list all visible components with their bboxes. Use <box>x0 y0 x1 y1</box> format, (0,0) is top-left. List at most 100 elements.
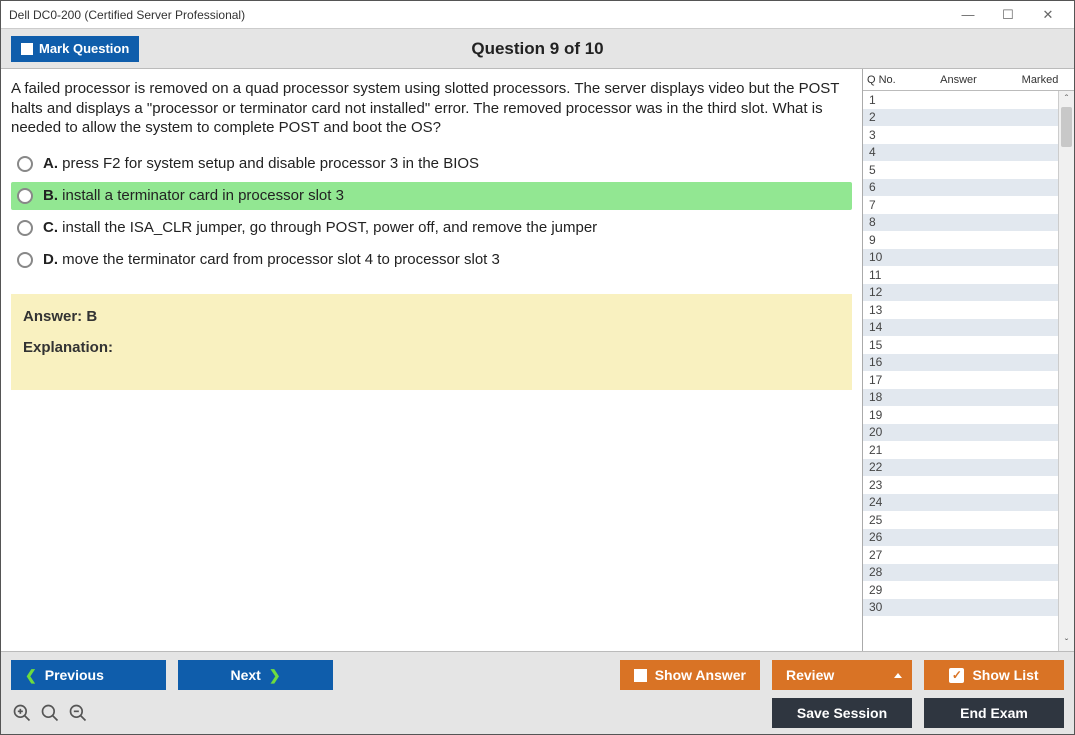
footer: ❮ Previous Next ❯ Show Answer Review ✓ S… <box>1 651 1074 734</box>
question-list-row[interactable]: 13 <box>863 301 1058 319</box>
question-list-row[interactable]: 2 <box>863 109 1058 127</box>
scroll-down-icon[interactable]: ˇ <box>1059 635 1074 651</box>
show-list-label: Show List <box>972 667 1038 683</box>
maximize-icon[interactable]: ☐ <box>988 4 1028 26</box>
question-list-row[interactable]: 20 <box>863 424 1058 442</box>
question-list-rows: 1234567891011121314151617181920212223242… <box>863 91 1058 651</box>
row-number: 15 <box>869 338 899 352</box>
save-session-button[interactable]: Save Session <box>772 698 912 728</box>
question-list-row[interactable]: 12 <box>863 284 1058 302</box>
option-a[interactable]: A. press F2 for system setup and disable… <box>11 150 852 178</box>
footer-row-1: ❮ Previous Next ❯ Show Answer Review ✓ S… <box>11 660 1064 690</box>
row-number: 28 <box>869 565 899 579</box>
option-label: C. install the ISA_CLR jumper, go throug… <box>43 219 597 236</box>
main-panel: A failed processor is removed on a quad … <box>1 69 862 651</box>
review-button[interactable]: Review <box>772 660 912 690</box>
option-c[interactable]: C. install the ISA_CLR jumper, go throug… <box>11 214 852 242</box>
row-number: 30 <box>869 600 899 614</box>
question-list-row[interactable]: 28 <box>863 564 1058 582</box>
footer-row-2: Save Session End Exam <box>11 698 1064 728</box>
zoom-in-icon[interactable] <box>11 702 33 724</box>
row-number: 17 <box>869 373 899 387</box>
row-number: 11 <box>869 268 899 282</box>
question-list-panel: Q No. Answer Marked 12345678910111213141… <box>862 69 1074 651</box>
previous-button[interactable]: ❮ Previous <box>11 660 166 690</box>
option-label: A. press F2 for system setup and disable… <box>43 155 479 172</box>
row-number: 21 <box>869 443 899 457</box>
question-list-row[interactable]: 24 <box>863 494 1058 512</box>
window-controls: — ☐ ✕ <box>948 4 1068 26</box>
row-number: 25 <box>869 513 899 527</box>
question-list-row[interactable]: 3 <box>863 126 1058 144</box>
radio-icon <box>17 252 33 268</box>
question-list-row[interactable]: 1 <box>863 91 1058 109</box>
zoom-reset-icon[interactable] <box>39 702 61 724</box>
col-marked: Marked <box>1010 74 1070 86</box>
question-list-row[interactable]: 21 <box>863 441 1058 459</box>
close-icon[interactable]: ✕ <box>1028 4 1068 26</box>
end-exam-button[interactable]: End Exam <box>924 698 1064 728</box>
option-d[interactable]: D. move the terminator card from process… <box>11 246 852 274</box>
question-list-row[interactable]: 5 <box>863 161 1058 179</box>
row-number: 24 <box>869 495 899 509</box>
question-list-row[interactable]: 19 <box>863 406 1058 424</box>
options-list: A. press F2 for system setup and disable… <box>11 150 852 274</box>
app-window: Dell DC0-200 (Certified Server Professio… <box>0 0 1075 735</box>
radio-icon <box>17 156 33 172</box>
row-number: 5 <box>869 163 899 177</box>
header-bar: Mark Question Question 9 of 10 <box>1 29 1074 69</box>
scroll-up-icon[interactable]: ˆ <box>1059 91 1074 107</box>
question-list-row[interactable]: 22 <box>863 459 1058 477</box>
answer-label: Answer: B <box>23 308 840 325</box>
scroll-thumb[interactable] <box>1061 107 1072 147</box>
question-list-row[interactable]: 7 <box>863 196 1058 214</box>
scroll-track[interactable] <box>1059 107 1074 635</box>
row-number: 9 <box>869 233 899 247</box>
scrollbar[interactable]: ˆ ˇ <box>1058 91 1074 651</box>
review-label: Review <box>786 667 834 683</box>
question-list-row[interactable]: 18 <box>863 389 1058 407</box>
row-number: 8 <box>869 215 899 229</box>
row-number: 29 <box>869 583 899 597</box>
question-list-row[interactable]: 15 <box>863 336 1058 354</box>
col-answer: Answer <box>907 74 1010 86</box>
zoom-out-icon[interactable] <box>67 702 89 724</box>
titlebar: Dell DC0-200 (Certified Server Professio… <box>1 1 1074 29</box>
question-list-row[interactable]: 29 <box>863 581 1058 599</box>
mark-question-label: Mark Question <box>39 41 129 56</box>
question-list-row[interactable]: 14 <box>863 319 1058 337</box>
question-list-row[interactable]: 27 <box>863 546 1058 564</box>
window-title: Dell DC0-200 (Certified Server Professio… <box>7 8 948 22</box>
zoom-controls <box>11 702 89 724</box>
row-number: 19 <box>869 408 899 422</box>
question-list-row[interactable]: 30 <box>863 599 1058 617</box>
minimize-icon[interactable]: — <box>948 4 988 26</box>
previous-label: Previous <box>45 667 104 683</box>
option-b[interactable]: B. install a terminator card in processo… <box>11 182 852 210</box>
show-answer-button[interactable]: Show Answer <box>620 660 760 690</box>
question-counter: Question 9 of 10 <box>471 39 603 59</box>
triangle-up-icon <box>894 673 902 678</box>
row-number: 14 <box>869 320 899 334</box>
question-list-row[interactable]: 26 <box>863 529 1058 547</box>
row-number: 6 <box>869 180 899 194</box>
question-list-row[interactable]: 16 <box>863 354 1058 372</box>
question-list-row[interactable]: 10 <box>863 249 1058 267</box>
next-button[interactable]: Next ❯ <box>178 660 333 690</box>
row-number: 20 <box>869 425 899 439</box>
question-list-row[interactable]: 8 <box>863 214 1058 232</box>
question-text: A failed processor is removed on a quad … <box>11 79 852 138</box>
row-number: 7 <box>869 198 899 212</box>
question-list-row[interactable]: 17 <box>863 371 1058 389</box>
question-list-row[interactable]: 4 <box>863 144 1058 162</box>
row-number: 1 <box>869 93 899 107</box>
question-list-row[interactable]: 6 <box>863 179 1058 197</box>
mark-question-button[interactable]: Mark Question <box>11 36 139 62</box>
answer-box: Answer: B Explanation: <box>11 294 852 390</box>
option-label: D. move the terminator card from process… <box>43 251 500 268</box>
question-list-row[interactable]: 23 <box>863 476 1058 494</box>
show-list-button[interactable]: ✓ Show List <box>924 660 1064 690</box>
question-list-row[interactable]: 25 <box>863 511 1058 529</box>
question-list-row[interactable]: 9 <box>863 231 1058 249</box>
question-list-row[interactable]: 11 <box>863 266 1058 284</box>
